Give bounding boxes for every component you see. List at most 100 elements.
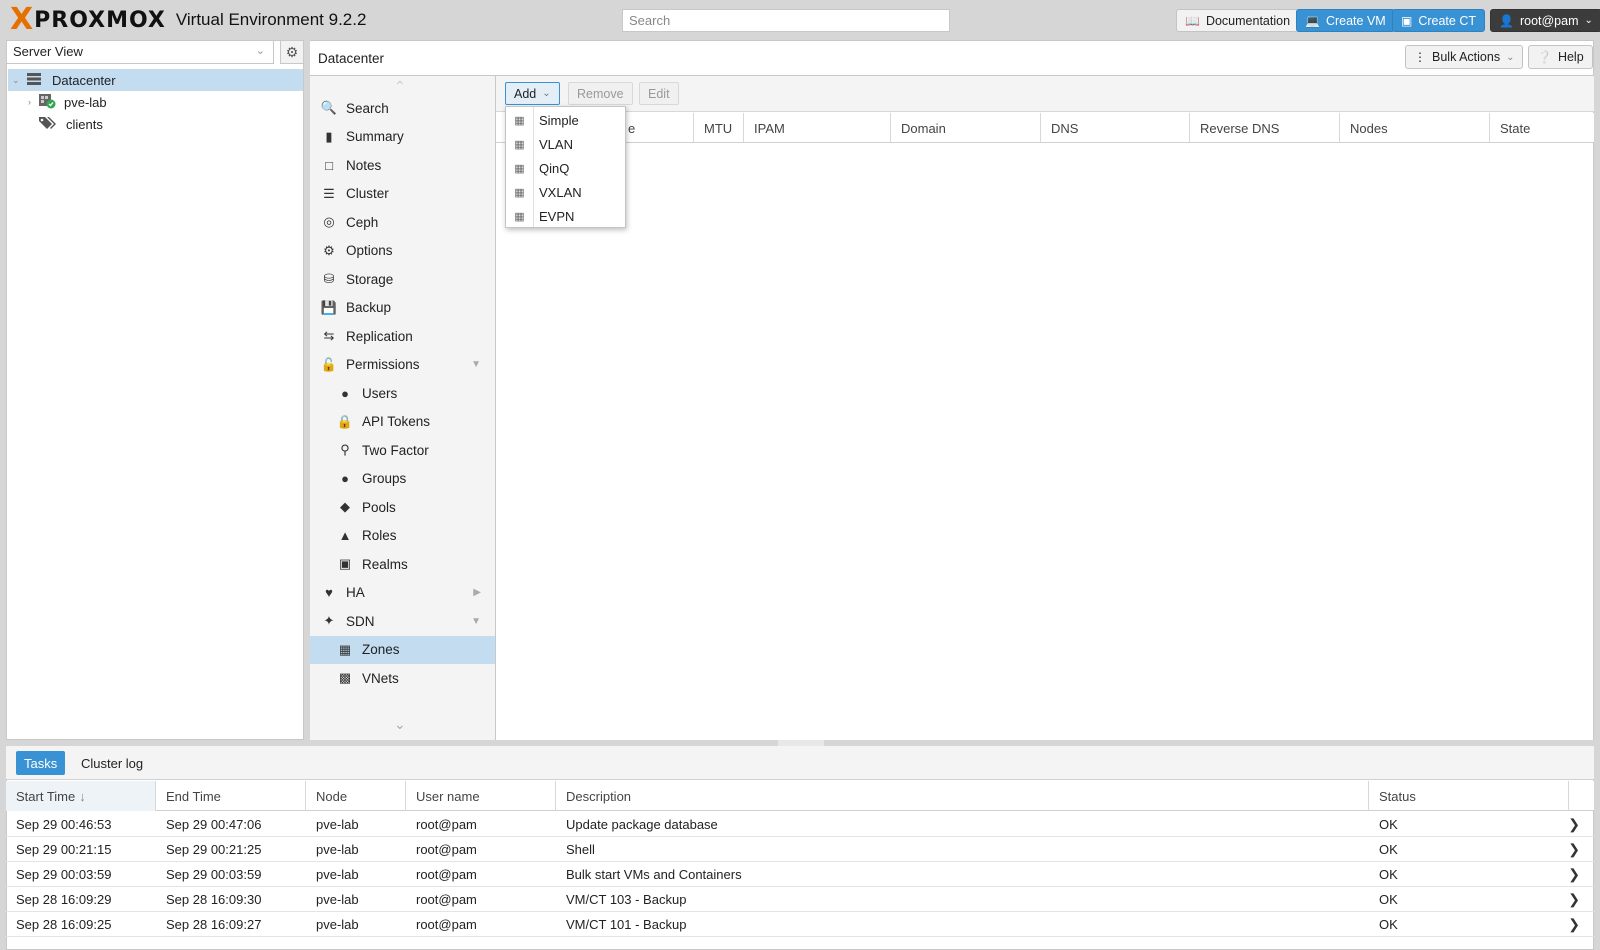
nav-item-notes[interactable]: □ Notes xyxy=(310,151,495,179)
nav-item-options[interactable]: ⚙ Options xyxy=(310,237,495,265)
column-state[interactable]: State xyxy=(1490,113,1594,143)
nav-item-roles[interactable]: ▲ Roles xyxy=(310,522,495,550)
table-row[interactable]: Sep 29 00:21:15 Sep 29 00:21:25 pve-lab roo… xyxy=(6,837,1594,862)
task-cell: root@pam xyxy=(416,867,477,882)
nav-item-search[interactable]: 🔍 Search xyxy=(310,94,495,122)
grid-icon: ▦ xyxy=(514,162,525,175)
scroll-up-icon[interactable]: ⌃ xyxy=(394,78,406,95)
task-cell: Update package database xyxy=(566,817,718,832)
column-mtu[interactable]: MTU xyxy=(694,113,744,143)
chevron-right-icon[interactable]: › xyxy=(28,97,38,107)
task-cell: Shell xyxy=(566,842,595,857)
column-type[interactable]: e xyxy=(618,113,694,143)
table-row[interactable]: Sep 29 00:46:53 Sep 29 00:47:06 pve-lab roo… xyxy=(6,812,1594,837)
column-ipam[interactable]: IPAM xyxy=(744,113,891,143)
task-cell: Sep 28 16:09:25 xyxy=(16,917,112,932)
column-dns[interactable]: DNS xyxy=(1041,113,1190,143)
lock-icon: 🔒 xyxy=(336,413,354,429)
tags-icon xyxy=(38,116,58,133)
ellipsis-vertical-icon: ⋮ xyxy=(1414,50,1426,64)
nav-item-api-tokens[interactable]: 🔒 API Tokens xyxy=(310,408,495,436)
question-circle-icon: ❔ xyxy=(1537,50,1552,64)
nav-item-label: Storage xyxy=(346,271,394,287)
tree-item-datacenter[interactable]: ⌄ Datacenter xyxy=(8,69,303,91)
table-row[interactable]: Sep 28 16:09:29 Sep 28 16:09:30 pve-lab roo… xyxy=(6,887,1594,912)
column-domain[interactable]: Domain xyxy=(891,113,1041,143)
nav-item-realms[interactable]: ▣ Realms xyxy=(310,550,495,578)
chevron-right-icon[interactable]: ▶ xyxy=(473,587,481,598)
chevron-right-icon[interactable]: ❯ xyxy=(1568,812,1580,837)
column-status[interactable]: Status xyxy=(1369,781,1569,811)
menu-item-simple[interactable]: ▦ Simple xyxy=(506,108,625,132)
edit-label: Edit xyxy=(648,86,670,101)
gear-icon[interactable]: ⚙ xyxy=(280,40,304,64)
nav-item-label: Summary xyxy=(346,129,404,144)
nav-item-ceph[interactable]: ◎ Ceph xyxy=(310,208,495,236)
nav-item-replication[interactable]: ⇆ Replication xyxy=(310,322,495,350)
column-end-time[interactable]: End Time xyxy=(156,781,306,811)
nav-item-pools[interactable]: ◆ Pools xyxy=(310,493,495,521)
table-row[interactable]: Sep 29 00:03:59 Sep 29 00:03:59 pve-lab roo… xyxy=(6,862,1594,887)
column-start-time[interactable]: Start Time ↓ xyxy=(6,781,156,811)
tab-cluster-log[interactable]: Cluster log xyxy=(73,751,151,775)
menu-item-vxlan[interactable]: ▦ VXLAN xyxy=(506,180,625,204)
table-row[interactable]: Sep 28 16:09:25 Sep 28 16:09:27 pve-lab roo… xyxy=(6,912,1594,937)
expand-toggle-icon[interactable]: ⌄ xyxy=(12,75,24,86)
note-icon: □ xyxy=(325,157,333,173)
chevron-down-icon[interactable]: ▼ xyxy=(471,359,481,370)
add-button[interactable]: Add ⌄ xyxy=(505,82,560,105)
nav-item-backup[interactable]: 💾 Backup xyxy=(310,294,495,322)
nav-item-two-factor[interactable]: ⚲ Two Factor xyxy=(310,436,495,464)
tree-item-clients[interactable]: clients xyxy=(38,113,298,135)
chevron-right-icon[interactable]: ❯ xyxy=(1568,912,1580,937)
column-description[interactable]: Description xyxy=(556,781,1369,811)
column-reverse-dns[interactable]: Reverse DNS xyxy=(1190,113,1340,143)
create-ct-button[interactable]: ▣ Create CT xyxy=(1392,9,1485,32)
nav-item-users[interactable]: ● Users xyxy=(310,379,495,407)
nav-item-vnets[interactable]: ▩ VNets xyxy=(310,664,495,692)
create-vm-button[interactable]: 💻 Create VM xyxy=(1296,9,1395,32)
nav-item-zones[interactable]: ▦ Zones xyxy=(310,635,495,664)
scroll-down-icon[interactable]: ⌄ xyxy=(394,716,406,733)
menu-item-qinq[interactable]: ▦ QinQ xyxy=(506,156,625,180)
sdn-icon: ✦ xyxy=(323,613,335,628)
search-input[interactable]: Search xyxy=(622,9,950,32)
tree-item-pve-lab[interactable]: › pve-lab xyxy=(28,91,298,113)
nav-item-ha[interactable]: ♥ HA ▶ xyxy=(310,579,495,607)
nav-item-storage[interactable]: ⛁ Storage xyxy=(310,265,495,293)
column-label: User name xyxy=(416,788,480,804)
help-button[interactable]: ❔ Help xyxy=(1528,45,1593,69)
id-badge-icon: ▣ xyxy=(338,556,352,571)
column-label: e xyxy=(628,120,636,136)
nav-item-groups[interactable]: ● Groups xyxy=(310,465,495,493)
column-user-name[interactable]: User name xyxy=(406,781,556,811)
edit-button[interactable]: Edit xyxy=(639,82,679,105)
add-zone-menu: ▦ Simple ▦ VLAN ▦ QinQ ▦ VXLAN ▦ EVPN xyxy=(505,106,626,228)
column-node[interactable]: Node xyxy=(306,781,406,811)
chevron-right-icon[interactable]: ❯ xyxy=(1568,887,1580,912)
documentation-button[interactable]: 📖 Documentation xyxy=(1176,9,1300,32)
nav-item-sdn[interactable]: ✦ SDN ▼ xyxy=(310,607,495,635)
column-nodes[interactable]: Nodes xyxy=(1340,113,1490,143)
task-cell: Sep 29 00:21:25 xyxy=(166,842,262,857)
chevron-right-icon[interactable]: ❯ xyxy=(1568,862,1580,887)
nav-item-label: Options xyxy=(346,243,393,258)
menu-item-vlan[interactable]: ▦ VLAN xyxy=(506,132,625,156)
nav-item-summary[interactable]: ▮ Summary xyxy=(310,123,495,151)
chevron-right-icon[interactable]: ❯ xyxy=(1568,837,1580,862)
nav-item-permissions[interactable]: 🔓 Permissions ▼ xyxy=(310,351,495,379)
remove-button[interactable]: Remove xyxy=(568,82,633,105)
bulk-actions-button[interactable]: ⋮ Bulk Actions ⌄ xyxy=(1405,45,1524,69)
cube-icon: ▣ xyxy=(1401,13,1413,28)
users-icon: ● xyxy=(341,471,349,486)
tags-icon: ◆ xyxy=(340,499,350,514)
view-selector[interactable]: Server View ⌄ xyxy=(6,40,274,64)
user-menu-button[interactable]: 👤 root@pam ⌄ xyxy=(1490,9,1600,32)
retweet-icon: ⇆ xyxy=(323,328,335,343)
server-rack-icon xyxy=(26,72,46,89)
grid-icon: ▦ xyxy=(338,641,352,657)
chevron-down-icon[interactable]: ▼ xyxy=(471,616,481,627)
menu-item-evpn[interactable]: ▦ EVPN xyxy=(506,204,625,228)
nav-item-cluster[interactable]: ☰ Cluster xyxy=(310,180,495,208)
tab-tasks[interactable]: Tasks xyxy=(16,751,66,775)
